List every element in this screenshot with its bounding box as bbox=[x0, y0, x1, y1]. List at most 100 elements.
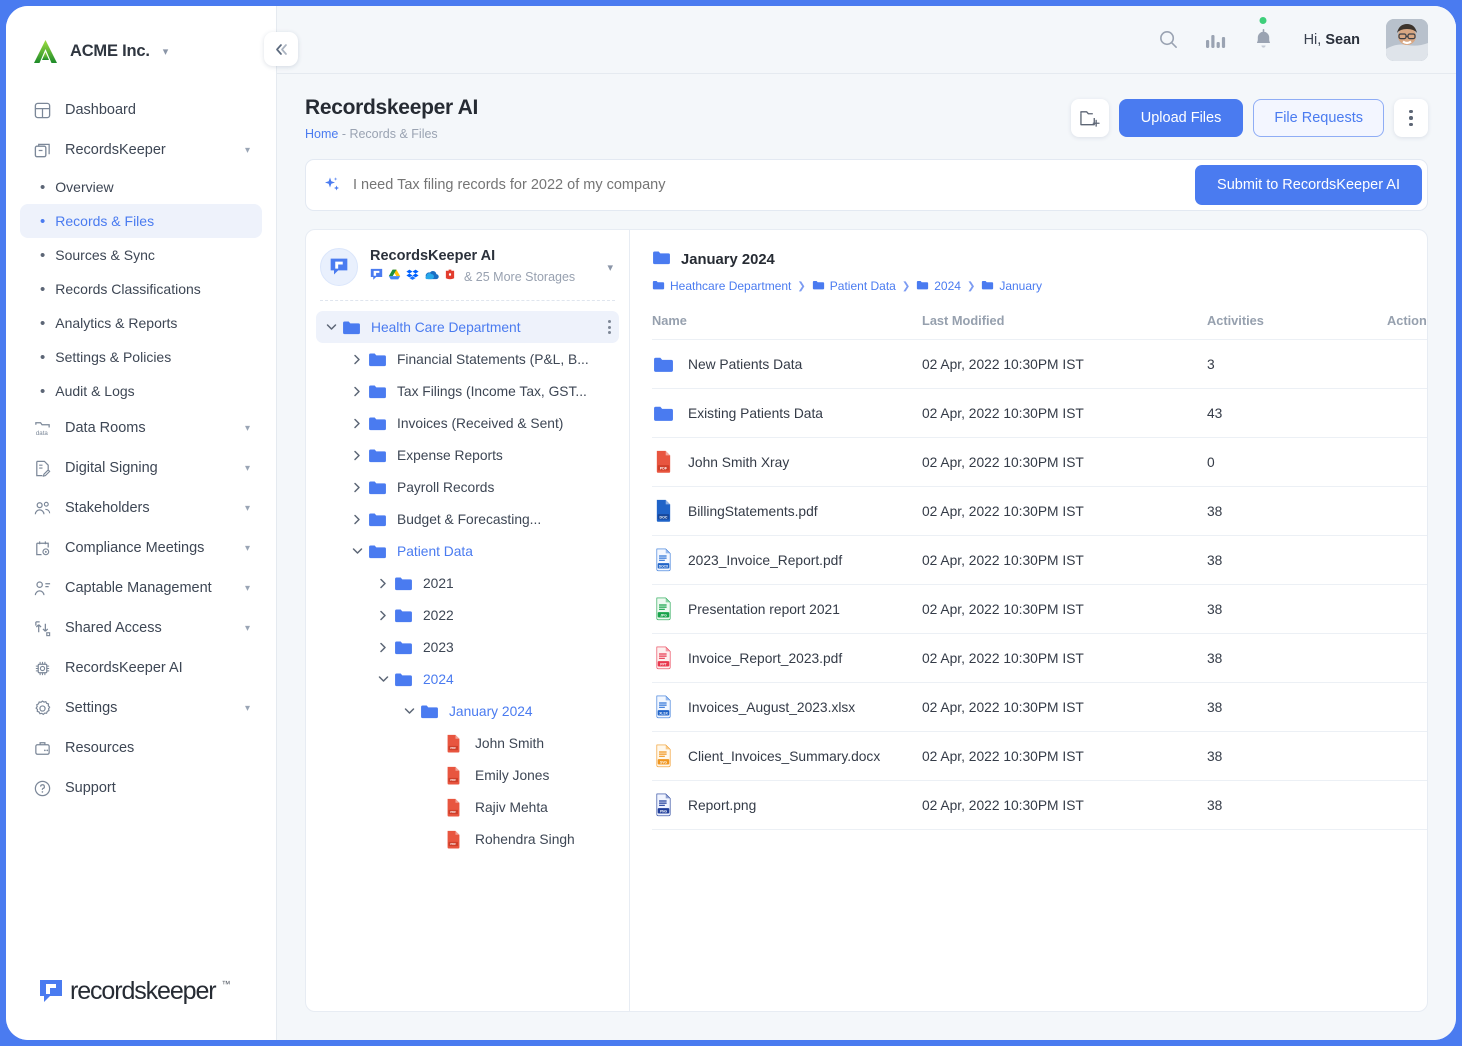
sidebar-item-data-rooms[interactable]: data Data Rooms ▾ bbox=[20, 408, 262, 448]
sidebar-item-settings[interactable]: Settings ▾ bbox=[20, 688, 262, 728]
ai-prompt-input[interactable] bbox=[342, 177, 1196, 193]
sidebar-item-label: Data Rooms bbox=[65, 420, 146, 436]
tree-node[interactable]: Patient Data bbox=[316, 535, 619, 567]
table-row[interactable]: SVG Client_Invoices_Summary.docx 02 Apr, 2… bbox=[652, 731, 1427, 781]
folder-icon bbox=[368, 416, 388, 431]
tree-node[interactable]: PDF Emily Jones bbox=[316, 759, 619, 791]
chevron-right-icon[interactable] bbox=[346, 514, 368, 525]
file-name[interactable]: Invoices_August_2023.xlsx bbox=[688, 700, 855, 715]
column-header-activities[interactable]: Activities bbox=[1207, 313, 1387, 340]
sidebar-subitem-analytics-and-reports[interactable]: • Analytics & Reports bbox=[20, 306, 262, 340]
chevron-right-icon[interactable] bbox=[372, 578, 394, 589]
table-row[interactable]: DOC BillingStatements.pdf 02 Apr, 2022 10:… bbox=[652, 486, 1427, 536]
breadcrumb-item[interactable]: 2024 bbox=[916, 279, 961, 293]
search-icon[interactable] bbox=[1158, 29, 1179, 50]
sidebar-item-recordskeeper-ai[interactable]: RecordsKeeper AI bbox=[20, 648, 262, 688]
chevron-right-icon[interactable] bbox=[346, 354, 368, 365]
ai-prompt-bar: Submit to RecordsKeeper AI bbox=[305, 159, 1428, 211]
tree-node[interactable]: Expense Reports bbox=[316, 439, 619, 471]
sidebar-item-dashboard[interactable]: Dashboard bbox=[20, 90, 262, 130]
cell-actions bbox=[1387, 584, 1427, 634]
chevron-down-icon: ▾ bbox=[244, 542, 250, 554]
table-row[interactable]: PNG Report.png 02 Apr, 2022 10:30PM IST 38 bbox=[652, 780, 1427, 830]
tree-node[interactable]: PDF Rohendra Singh bbox=[316, 823, 619, 855]
file-name[interactable]: New Patients Data bbox=[688, 357, 802, 372]
chevron-right-icon[interactable] bbox=[346, 450, 368, 461]
tree-node[interactable]: Payroll Records bbox=[316, 471, 619, 503]
sidebar-subitem-records-and-files[interactable]: • Records & Files bbox=[20, 204, 262, 238]
bar-chart-icon[interactable] bbox=[1205, 30, 1227, 49]
sidebar-item-shared-access[interactable]: Shared Access ▾ bbox=[20, 608, 262, 648]
chevron-right-icon[interactable] bbox=[346, 418, 368, 429]
chevron-down-icon[interactable]: ▾ bbox=[607, 261, 613, 274]
avatar[interactable] bbox=[1386, 18, 1428, 61]
sidebar-item-captable-management[interactable]: Captable Management ▾ bbox=[20, 568, 262, 608]
sidebar-subitem-audit-and-logs[interactable]: • Audit & Logs bbox=[20, 374, 262, 408]
file-name[interactable]: Existing Patients Data bbox=[688, 406, 823, 421]
tree-node[interactable]: 2021 bbox=[316, 567, 619, 599]
tree-node[interactable]: 2022 bbox=[316, 599, 619, 631]
chevron-right-icon[interactable] bbox=[346, 482, 368, 493]
tree-node[interactable]: Budget & Forecasting... bbox=[316, 503, 619, 535]
file-requests-button[interactable]: File Requests bbox=[1253, 99, 1384, 137]
file-name[interactable]: Invoice_Report_2023.pdf bbox=[688, 651, 842, 666]
svg-text:DOC: DOC bbox=[659, 515, 667, 519]
column-header-name[interactable]: Name bbox=[652, 313, 922, 340]
submit-to-recordskeeper-ai-button[interactable]: Submit to RecordsKeeper AI bbox=[1195, 165, 1422, 205]
new-folder-icon[interactable] bbox=[1070, 99, 1109, 137]
sidebar-subitem-settings-and-policies[interactable]: • Settings & Policies bbox=[20, 340, 262, 374]
sidebar-subitem-records-classifications[interactable]: • Records Classifications bbox=[20, 272, 262, 306]
breadcrumb-item-label: Patient Data bbox=[829, 279, 896, 293]
file-name[interactable]: Report.png bbox=[688, 798, 756, 813]
table-row[interactable]: PPT Invoice_Report_2023.pdf 02 Apr, 2022 1… bbox=[652, 633, 1427, 683]
chevron-down-icon[interactable] bbox=[398, 707, 420, 715]
column-header-last-modified[interactable]: Last Modified bbox=[922, 313, 1207, 340]
tree-node[interactable]: January 2024 bbox=[316, 695, 619, 727]
tree-node[interactable]: Invoices (Received & Sent) bbox=[316, 407, 619, 439]
chevron-down-icon[interactable] bbox=[372, 675, 394, 683]
file-name[interactable]: Presentation report 2021 bbox=[688, 602, 840, 617]
sidebar-item-digital-signing[interactable]: Digital Signing ▾ bbox=[20, 448, 262, 488]
sidebar-subitem-overview[interactable]: • Overview bbox=[20, 170, 262, 204]
table-row[interactable]: New Patients Data 02 Apr, 2022 10:30PM IS… bbox=[652, 339, 1427, 389]
sidebar-collapse-button[interactable] bbox=[264, 32, 298, 66]
file-name[interactable]: Client_Invoices_Summary.docx bbox=[688, 749, 880, 764]
table-row[interactable]: JPG Presentation report 2021 02 Apr, 2022 … bbox=[652, 584, 1427, 634]
bell-icon[interactable] bbox=[1253, 17, 1274, 51]
sidebar-item-recordskeeper[interactable]: RecordsKeeper ▾ bbox=[20, 130, 262, 170]
folder-icon bbox=[981, 279, 994, 293]
chevron-right-icon[interactable] bbox=[346, 386, 368, 397]
tree-node[interactable]: PDF Rajiv Mehta bbox=[316, 791, 619, 823]
file-name[interactable]: 2023_Invoice_Report.pdf bbox=[688, 553, 842, 568]
breadcrumb-item[interactable]: January bbox=[981, 279, 1042, 293]
table-row[interactable]: XLSX Invoices_August_2023.xlsx 02 Apr, 202… bbox=[652, 682, 1427, 732]
sidebar-item-stakeholders[interactable]: Stakeholders ▾ bbox=[20, 488, 262, 528]
sidebar-subitem-sources-and-sync[interactable]: • Sources & Sync bbox=[20, 238, 262, 272]
tree-node[interactable]: Financial Statements (P&L, B... bbox=[316, 343, 619, 375]
breadcrumb-home[interactable]: Home bbox=[305, 127, 338, 141]
tree-node[interactable]: Health Care Department bbox=[316, 311, 619, 343]
table-row[interactable]: DOCX 2023_Invoice_Report.pdf 02 Apr, 2022 … bbox=[652, 535, 1427, 585]
chevron-right-icon[interactable] bbox=[372, 610, 394, 621]
sidebar-item-resources[interactable]: Resources bbox=[20, 728, 262, 768]
tree-node-kebab-icon[interactable] bbox=[608, 320, 611, 334]
chevron-right-icon[interactable] bbox=[372, 642, 394, 653]
chevron-down-icon[interactable] bbox=[346, 547, 368, 555]
tree-node[interactable]: PDF John Smith bbox=[316, 727, 619, 759]
table-row[interactable]: Existing Patients Data 02 Apr, 2022 10:30… bbox=[652, 388, 1427, 438]
upload-files-button[interactable]: Upload Files bbox=[1118, 99, 1244, 137]
table-row[interactable]: PDF John Smith Xray 02 Apr, 2022 10:30PM I… bbox=[652, 437, 1427, 487]
sidebar-item-compliance-meetings[interactable]: Compliance Meetings ▾ bbox=[20, 528, 262, 568]
file-name[interactable]: BillingStatements.pdf bbox=[688, 504, 818, 519]
tree-node[interactable]: Tax Filings (Income Tax, GST... bbox=[316, 375, 619, 407]
tree-node[interactable]: 2024 bbox=[316, 663, 619, 695]
kebab-menu-icon[interactable] bbox=[1394, 99, 1428, 137]
brand-header[interactable]: ACME Inc. ▾ bbox=[6, 6, 276, 74]
chevron-down-icon[interactable]: ▾ bbox=[163, 45, 169, 58]
chevron-down-icon[interactable] bbox=[320, 323, 342, 331]
sidebar-item-support[interactable]: Support bbox=[20, 768, 262, 808]
breadcrumb-item[interactable]: Patient Data bbox=[812, 279, 896, 293]
tree-node[interactable]: 2023 bbox=[316, 631, 619, 663]
file-name[interactable]: John Smith Xray bbox=[688, 455, 789, 470]
breadcrumb-item[interactable]: Heathcare Department bbox=[652, 279, 791, 293]
